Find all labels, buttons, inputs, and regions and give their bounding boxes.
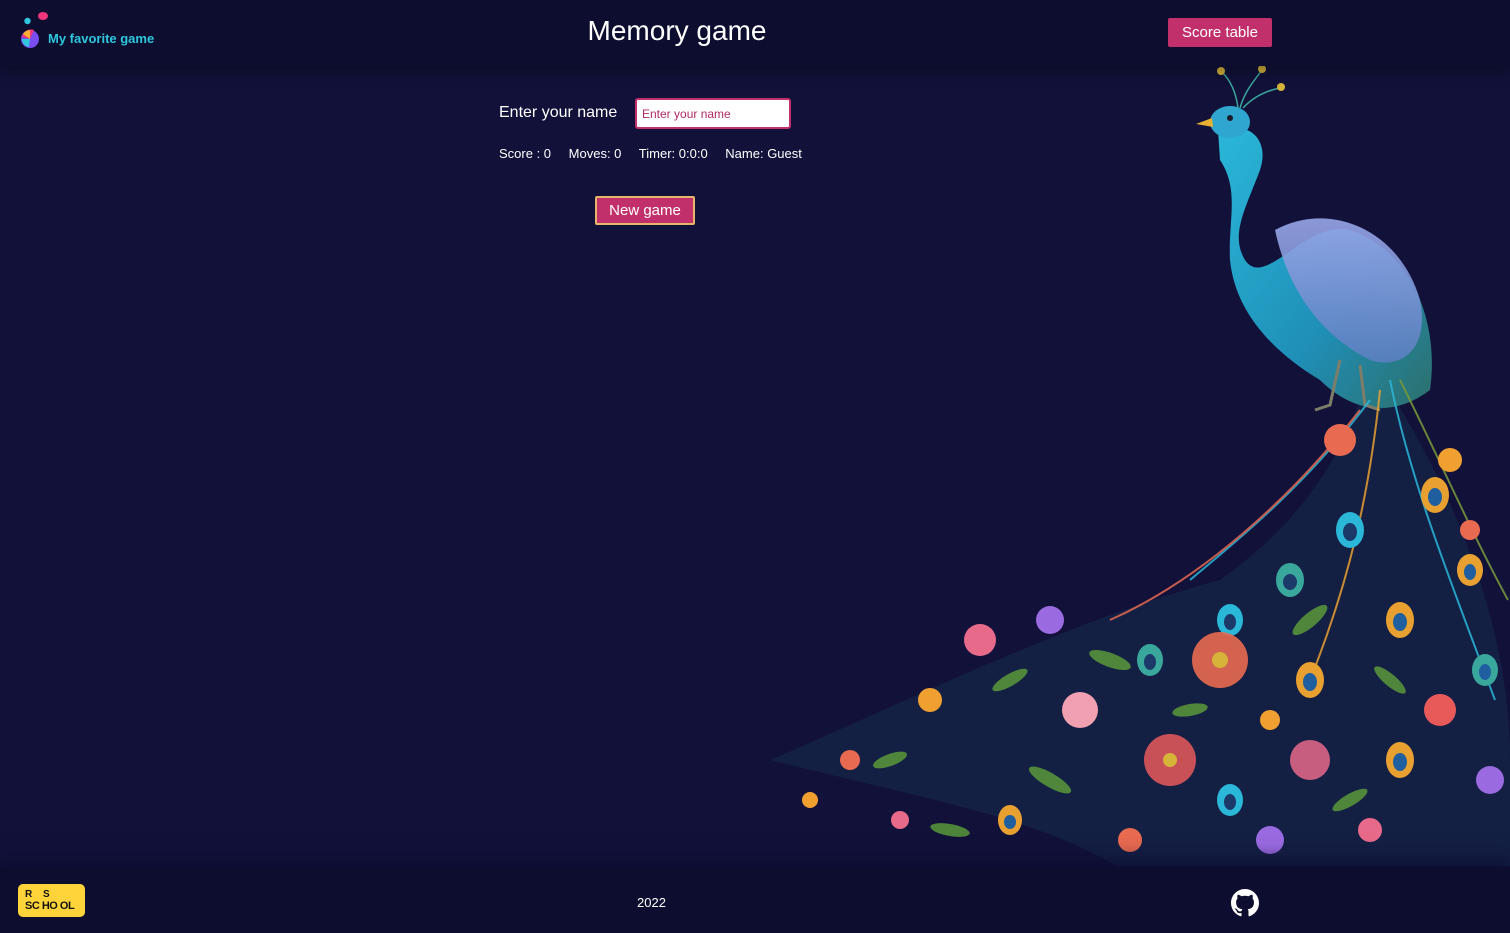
footer: R S SC HO OL 2022 (0, 866, 1510, 933)
rs-school-logo-bottom: SC HO OL (25, 900, 75, 912)
peacock-illustration (770, 65, 1510, 875)
github-link[interactable] (1231, 889, 1259, 917)
score-table-button[interactable]: Score table (1168, 18, 1272, 47)
header: My favorite game Memory game Score table (0, 0, 1510, 66)
name-label: Enter your name (499, 104, 618, 121)
page: My favorite game Memory game Score table (0, 0, 1510, 933)
new-game-button[interactable]: New game (595, 196, 695, 225)
timer-stat: Timer: 0:0:0 (638, 146, 708, 161)
page-title: Memory game (587, 15, 767, 46)
score-stat: Score : 0 (499, 146, 552, 161)
rs-school-logo-link[interactable]: R S SC HO OL (18, 884, 85, 917)
footer-year: 2022 (637, 895, 666, 910)
moves-stat: Moves: 0 (568, 146, 622, 161)
github-icon (1231, 889, 1259, 917)
rs-school-logo-top: R S (25, 889, 54, 900)
